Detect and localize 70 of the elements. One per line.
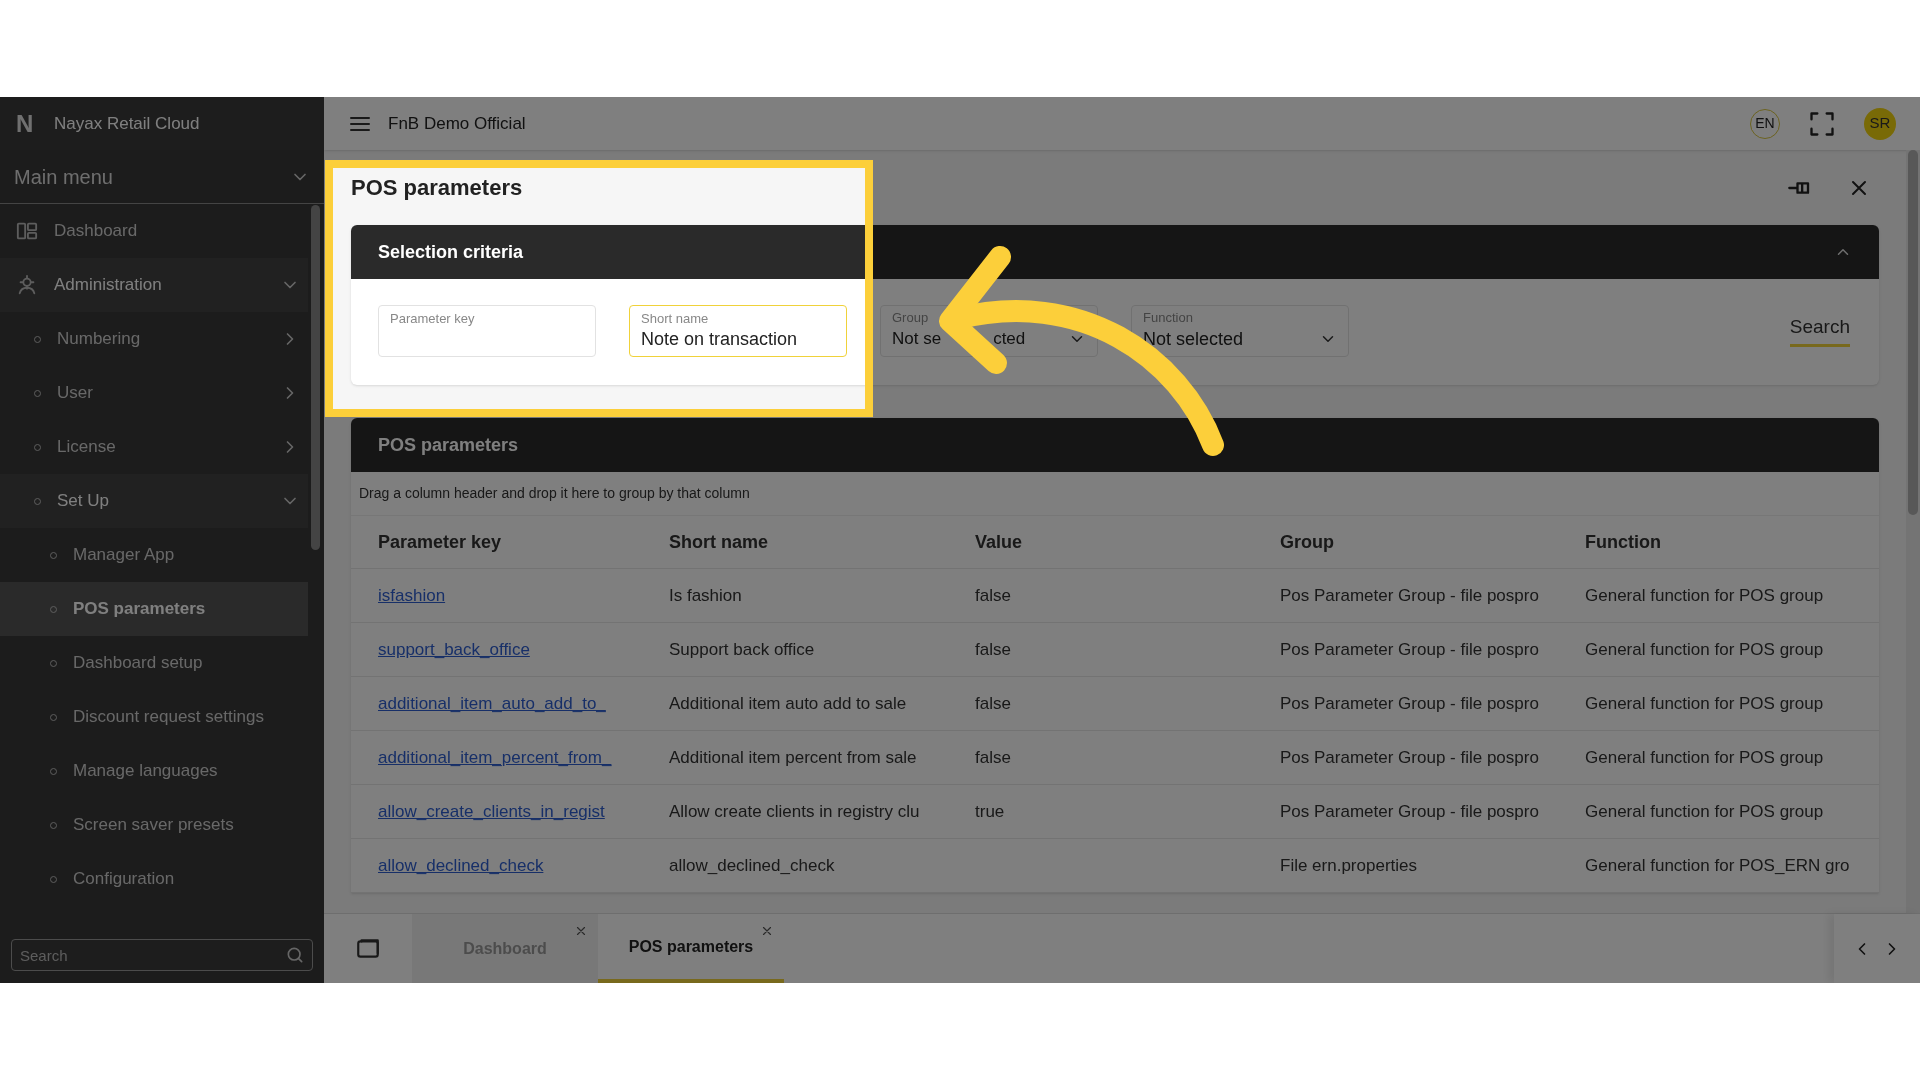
sidebar-item[interactable]: User <box>0 366 308 420</box>
sidebar-item[interactable]: Dashboard setup <box>0 636 308 690</box>
sidebar-item[interactable]: Set Up <box>0 474 308 528</box>
table-cell: false <box>975 585 1011 605</box>
input-value[interactable]: Note on transaction <box>641 327 835 351</box>
brand-name: Nayax Retail Cloud <box>54 112 200 135</box>
table-cell: General function for POS_ERN gro <box>1585 855 1850 875</box>
sidebar-item[interactable]: License <box>0 420 308 474</box>
column-header[interactable]: Group <box>1280 531 1334 552</box>
logo: N <box>16 108 35 139</box>
parameter-link[interactable]: isfashion <box>378 585 446 605</box>
table-cell: Pos Parameter Group - file pospro <box>1280 639 1539 659</box>
page-title: POS parameters <box>351 174 524 202</box>
sidebar-item[interactable]: Manage languages <box>0 744 308 798</box>
table-cell: Support back office <box>669 639 815 659</box>
table-cell: File ern.properties <box>1280 855 1417 875</box>
table-title: POS parameters <box>378 433 519 457</box>
sidebar-item[interactable]: Dashboard <box>0 204 308 258</box>
sidebar-item[interactable]: Administration <box>0 258 308 312</box>
sidebar-item[interactable]: Screen saver presets <box>0 798 308 852</box>
parameter-link[interactable]: additional_item_percent_from_ <box>378 747 612 767</box>
table-cell: Allow create clients in registry clu <box>669 801 920 821</box>
sidebar-item[interactable]: POS parameters <box>0 582 308 636</box>
dashboard-icon <box>16 220 38 242</box>
search-field[interactable]: Search <box>11 939 313 971</box>
search-icon <box>285 945 305 965</box>
table-cell: General function for POS group <box>1585 639 1824 659</box>
table-cell: false <box>975 747 1011 767</box>
scrollbar-thumb[interactable] <box>1908 150 1918 515</box>
field-label: Parameter key <box>390 311 475 327</box>
table-cell: Pos Parameter Group - file pospro <box>1280 693 1539 713</box>
parameter-link[interactable]: allow_declined_check <box>378 855 544 875</box>
table-cell: false <box>975 693 1011 713</box>
scrollbar-thumb[interactable] <box>311 205 320 550</box>
table-cell: Pos Parameter Group - file pospro <box>1280 801 1539 821</box>
parameter-link[interactable]: support_back_office <box>378 639 530 659</box>
table-cell: General function for POS group <box>1585 747 1824 767</box>
column-header[interactable]: Short name <box>669 531 769 552</box>
sidebar-item[interactable]: Configuration <box>0 852 308 906</box>
parameter-link[interactable]: allow_create_clients_in_regist <box>378 801 605 821</box>
sidebar-item[interactable]: Numbering <box>0 312 308 366</box>
user-avatar[interactable]: SR <box>1864 107 1896 140</box>
table-cell: true <box>975 801 1005 821</box>
field-label: Short name <box>641 311 709 327</box>
table-cell: General function for POS group <box>1585 585 1824 605</box>
input-field[interactable]: Parameter key <box>378 305 596 357</box>
close-icon[interactable] <box>574 924 588 938</box>
table-cell: General function for POS group <box>1585 693 1824 713</box>
input-field[interactable]: Short name Note on transaction <box>629 305 847 357</box>
parameter-link[interactable]: additional_item_auto_add_to_ <box>378 693 606 713</box>
table-cell: allow_declined_check <box>669 855 835 875</box>
column-header[interactable]: Function <box>1585 531 1661 552</box>
table-cell: Pos Parameter Group - file pospro <box>1280 747 1539 767</box>
table-cell: false <box>975 639 1011 659</box>
sidebar-item[interactable]: Manager App <box>0 528 308 582</box>
sidebar-item[interactable]: Discount request settings <box>0 690 308 744</box>
close-icon[interactable] <box>760 924 774 938</box>
card-header[interactable]: Selection criteria <box>351 225 1879 279</box>
search-button[interactable]: Search <box>1789 313 1850 347</box>
table-cell: General function for POS group <box>1585 801 1824 821</box>
table-cell: Additional item percent from sale <box>669 747 917 767</box>
gear-person-icon <box>16 274 38 296</box>
table-cell: Additional item auto add to sale <box>669 693 907 713</box>
column-header[interactable]: Parameter key <box>378 531 502 552</box>
table-cell: Pos Parameter Group - file pospro <box>1280 585 1539 605</box>
group-hint: Drag a column header and drop it here to group by that column <box>359 484 750 503</box>
header-title: FnB Demo Official <box>388 112 527 135</box>
table-cell: Is fashion <box>669 585 742 605</box>
column-header[interactable]: Value <box>975 531 1023 552</box>
fullscreen-icon[interactable] <box>1808 109 1836 138</box>
